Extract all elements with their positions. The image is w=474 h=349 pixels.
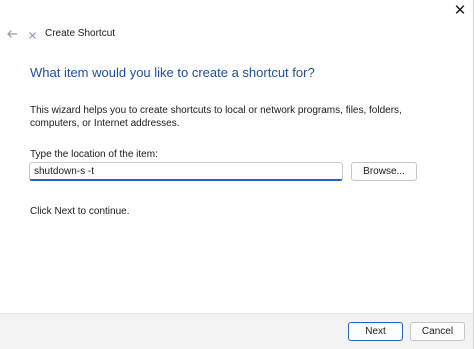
page-heading: What item would you like to create a sho… (30, 65, 315, 80)
wizard-description: This wizard helps you to create shortcut… (30, 105, 402, 129)
location-input[interactable] (29, 162, 343, 181)
browse-button[interactable]: Browse... (351, 162, 417, 181)
next-button[interactable]: Next (348, 322, 403, 341)
create-shortcut-window: ✕ Create Shortcut What item would you li… (0, 0, 474, 349)
shortcut-app-icon (27, 30, 37, 40)
cancel-button[interactable]: Cancel (410, 322, 465, 341)
back-arrow-icon (7, 30, 17, 38)
close-button[interactable]: ✕ (446, 0, 474, 20)
title-bar: ✕ (0, 0, 474, 20)
back-button[interactable] (4, 24, 20, 44)
window-title: Create Shortcut (45, 28, 116, 39)
close-icon: ✕ (453, 1, 467, 19)
wizard-header: Create Shortcut (0, 24, 474, 44)
continue-hint: Click Next to continue. (30, 206, 130, 217)
location-label: Type the location of the item: (30, 149, 158, 160)
